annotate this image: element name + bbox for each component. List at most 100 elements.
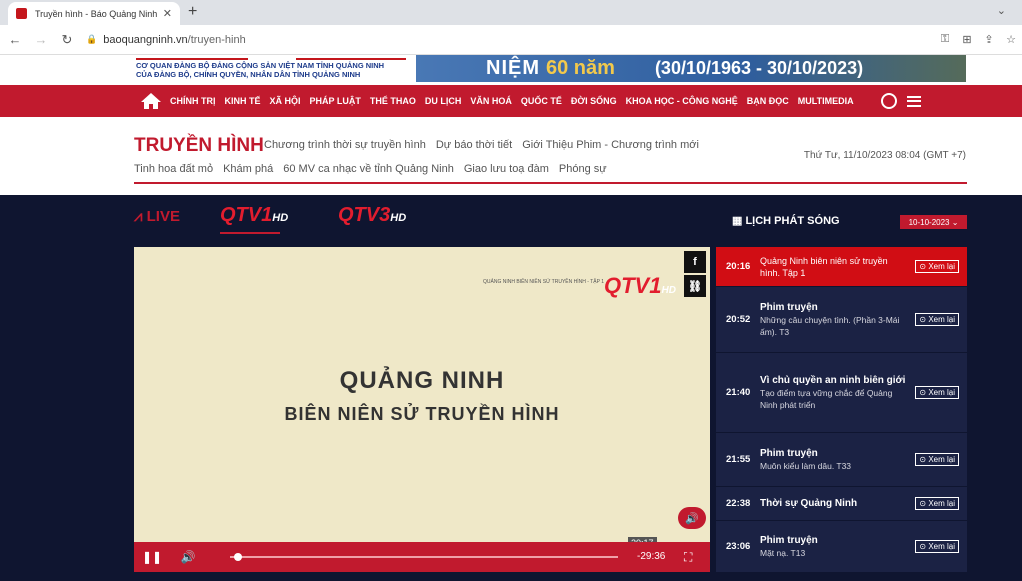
reload-icon[interactable]: ↻ (56, 32, 78, 48)
nav-item[interactable]: KINH TẾ (225, 96, 261, 106)
clock-icon: ⊙ (919, 388, 929, 397)
new-tab-icon[interactable]: + (188, 3, 197, 21)
search-icon[interactable] (880, 93, 897, 109)
channel-qtv1-tab[interactable]: QTV1HD (220, 204, 288, 227)
schedule-title: LỊCH PHÁT SÓNG (745, 215, 840, 227)
replay-label: Xem lại (928, 499, 955, 508)
anniversary-banner[interactable]: NIỆM 60 năm (30/10/1963 - 30/10/2023) (416, 55, 966, 82)
replay-button[interactable]: ⊙ Xem lại (915, 313, 959, 326)
url-path: /truyen-hinh (187, 33, 246, 46)
nav-item[interactable]: VĂN HOÁ (470, 96, 512, 106)
nav-item[interactable]: BẠN ĐỌC (747, 96, 789, 106)
replay-button[interactable]: ⊙ Xem lại (915, 386, 959, 399)
facebook-share-icon[interactable]: f (684, 251, 706, 273)
schedule-item[interactable]: 21:40 Vì chủ quyền an ninh biên giới Tạo đ… (716, 353, 967, 433)
seek-bar[interactable] (230, 553, 618, 561)
anniv-dates: (30/10/1963 - 30/10/2023) (654, 58, 864, 78)
org-line1: CƠ QUAN ĐẢNG BỘ ĐẢNG CỘNG SẢN VIỆT NAM T… (136, 61, 385, 70)
volume-icon[interactable]: 🔊 (170, 550, 206, 564)
schedule-heading: ▦ LỊCH PHÁT SÓNG (732, 214, 840, 227)
schedule-item[interactable]: 20:16 Quảng Ninh biên niên sử truyền hình… (716, 247, 967, 287)
volume-float-icon[interactable]: 🔊 (678, 507, 706, 529)
lock-icon[interactable]: 🔒 (86, 34, 97, 45)
link-share-icon[interactable]: ⛓ (684, 275, 706, 297)
live-text: LIVE (146, 208, 180, 225)
schedule-item[interactable]: 22:38 Thời sự Quảng Ninh ⊙ Xem lại (716, 487, 967, 521)
channel3-name: QTV3 (338, 204, 391, 226)
org-line2: CỦA ĐẢNG BỘ, CHÍNH QUYỀN, NHÂN DÂN TỈNH … (136, 70, 361, 79)
schedule-desc: Tạo điểm tựa vững chắc để Quảng Ninh phá… (760, 387, 893, 410)
section-link[interactable]: Tinh hoa đất mỏ (134, 163, 213, 175)
video-title-line1: QUẢNG NINH (339, 367, 505, 394)
pause-icon[interactable]: ❚❚ (134, 550, 170, 564)
section-header: TRUYỀN HÌNH Chương trình thời sự truyền … (0, 117, 1022, 195)
nav-item[interactable]: ĐỜI SỐNG (571, 96, 617, 106)
replay-button[interactable]: ⊙ Xem lại (915, 260, 959, 273)
browser-tab[interactable]: Truyền hình - Báo Quảng Ninh ✕ (8, 2, 180, 25)
nav-items: CHÍNH TRỊ KINH TẾ XÃ HỘI PHÁP LUẬT THỂ THAO D… (170, 96, 863, 106)
url-field[interactable]: 🔒 baoquangninh.vn/truyen-hinh (86, 29, 934, 51)
tv-area: ⩘ LIVE QTV1HD QTV3HD ▦ LỊCH PHÁT SÓNG 10… (0, 195, 1022, 581)
nav-item[interactable]: QUỐC TẾ (521, 96, 562, 106)
schedule-item[interactable]: 20:52 Phim truyện Những câu chuyện tình. (… (716, 287, 967, 353)
nav-item[interactable]: THỂ THAO (370, 96, 416, 106)
schedule-date: 10-10-2023 (908, 217, 950, 227)
channel1-suffix: HD (272, 212, 289, 224)
section-link[interactable]: 60 MV ca nhạc về tỉnh Quảng Ninh (283, 163, 454, 175)
replay-button[interactable]: ⊙ Xem lại (915, 540, 959, 553)
channel3-suffix: HD (390, 212, 407, 224)
replay-button[interactable]: ⊙ Xem lại (915, 497, 959, 510)
menu-icon[interactable] (906, 95, 921, 107)
site-banner: CƠ QUAN ĐẢNG BỘ ĐẢNG CỘNG SẢN VIỆT NAM T… (0, 55, 1022, 85)
schedule-item[interactable]: 23:06 Phim truyện Mặt nạ. T13 ⊙ Xem lại (716, 521, 967, 572)
page-title[interactable]: TRUYỀN HÌNH (134, 135, 264, 157)
schedule-text: Phim truyện Muôn kiểu làm dâu. T33 (758, 448, 915, 472)
nav-item[interactable]: DU LỊCH (425, 96, 462, 106)
home-icon[interactable] (140, 92, 162, 110)
section-link[interactable]: Dự báo thời tiết (436, 139, 512, 151)
forward-icon[interactable]: → (30, 32, 52, 47)
seek-knob[interactable] (233, 553, 242, 561)
nav-item[interactable]: MULTIMEDIA (798, 96, 854, 106)
channel-active-underline (220, 232, 280, 234)
chevron-down-icon: ⌄ (949, 217, 959, 227)
replay-label: Xem lại (928, 388, 955, 397)
share-icon[interactable]: ⇪ (978, 33, 1000, 46)
schedule-desc: Mặt nạ. T13 (760, 547, 806, 558)
translate-icon[interactable]: ⊞ (956, 33, 978, 46)
back-icon[interactable]: ← (4, 32, 26, 47)
replay-label: Xem lại (928, 262, 955, 271)
schedule-item[interactable]: 21:55 Phim truyện Muôn kiểu làm dâu. T33 ⊙ … (716, 433, 967, 487)
section-link[interactable]: Giới Thiệu Phim - Chương trình mới (522, 139, 699, 151)
nav-item[interactable]: PHÁP LUẬT (310, 96, 361, 106)
schedule-date-select[interactable]: 10-10-2023 ⌄ (900, 215, 967, 229)
nav-item[interactable]: XÃ HỘI (270, 96, 301, 106)
clock-icon: ⊙ (919, 262, 929, 271)
schedule-program: Phim truyện (760, 447, 818, 459)
schedule-time: 21:55 (726, 454, 751, 465)
schedule-program: Vì chủ quyền an ninh biên giới (760, 374, 906, 386)
url-host: baoquangninh.vn (103, 33, 188, 46)
calendar-icon: ▦ (732, 215, 746, 227)
replay-button[interactable]: ⊙ Xem lại (915, 453, 959, 466)
schedule-program: Thời sự Quảng Ninh (760, 497, 858, 509)
section-link[interactable]: Giao lưu toạ đàm (464, 163, 549, 175)
key-icon[interactable]: ⚿ (934, 33, 956, 46)
section-link[interactable]: Khám phá (223, 163, 273, 175)
nav-item[interactable]: CHÍNH TRỊ (170, 96, 216, 106)
schedule-time: 20:52 (726, 314, 751, 325)
section-links-row1: Chương trình thời sự truyền hình Dự báo t… (264, 139, 709, 151)
section-link[interactable]: Phóng sự (559, 163, 607, 175)
browser-tabbar: Truyền hình - Báo Quảng Ninh ✕ + ⌄ (0, 0, 1022, 25)
fullscreen-icon[interactable]: ⛶ (684, 550, 692, 565)
video-player[interactable]: QUẢNG NINH BIÊN NIÊN SỬ TRUYỀN HÌNH - TẬ… (134, 247, 710, 572)
channel-qtv3-tab[interactable]: QTV3HD (338, 204, 406, 227)
star-icon[interactable]: ☆ (1000, 33, 1022, 46)
live-label[interactable]: ⩘ LIVE (134, 208, 180, 225)
close-icon[interactable]: ✕ (163, 7, 172, 20)
schedule-text: Phim truyện Những câu chuyện tình. (Phần … (758, 302, 915, 338)
nav-item[interactable]: KHOA HỌC - CÔNG NGHỆ (626, 96, 738, 106)
tab-title: Truyền hình - Báo Quảng Ninh (35, 8, 158, 19)
chevron-down-icon[interactable]: ⌄ (997, 4, 1006, 17)
section-link[interactable]: Chương trình thời sự truyền hình (264, 139, 426, 151)
